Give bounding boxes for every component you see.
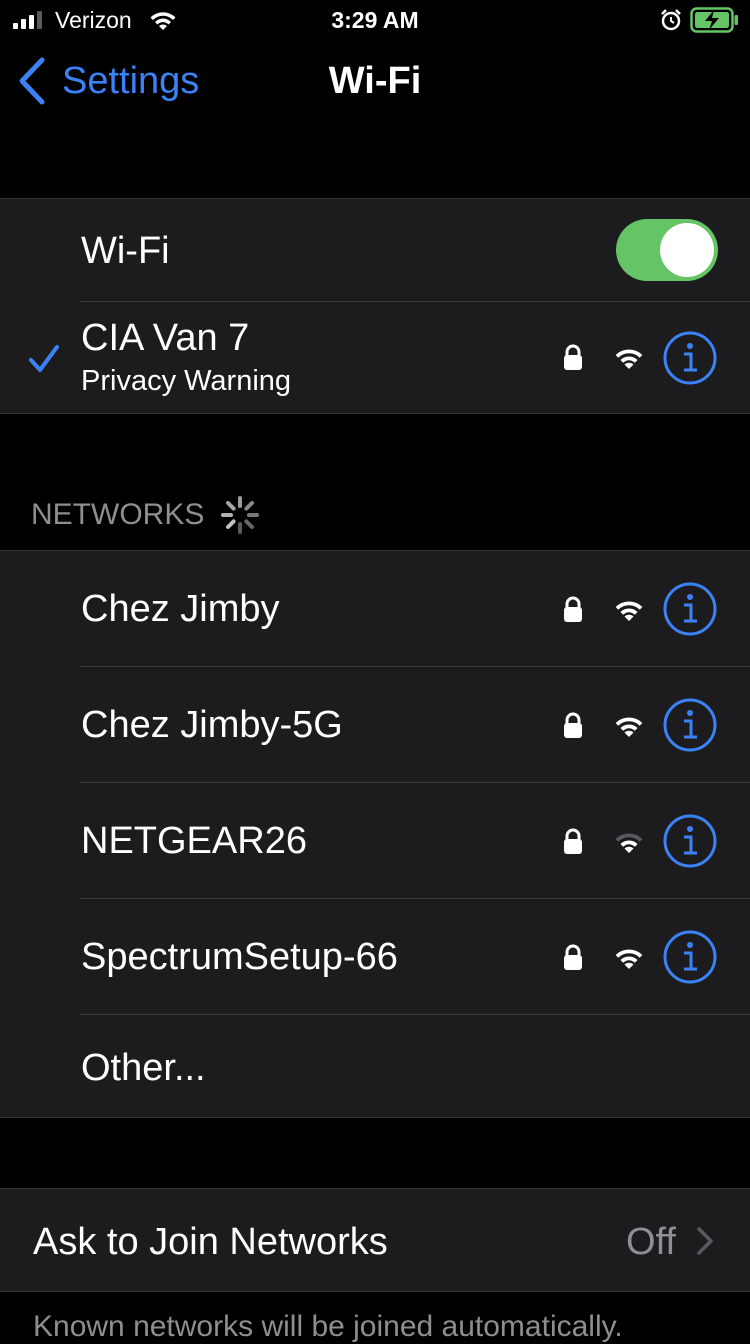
wifi-signal-icon — [615, 717, 643, 737]
ask-to-join-label: Ask to Join Networks — [33, 1221, 388, 1263]
connected-network-row[interactable]: CIA Van 7 Privacy Warning — [0, 302, 750, 413]
info-icon[interactable] — [663, 698, 717, 752]
other-network-label: Other... — [81, 1047, 206, 1089]
ask-to-join-group: Ask to Join Networks Off — [0, 1188, 750, 1292]
lock-icon — [564, 828, 582, 854]
chevron-right-icon — [697, 1227, 713, 1255]
wifi-signal-icon — [615, 601, 643, 621]
wifi-toggle[interactable] — [616, 219, 718, 281]
connected-network-subtitle: Privacy Warning — [81, 365, 292, 397]
network-name: NETGEAR26 — [81, 820, 307, 862]
wifi-signal-weak-icon — [615, 833, 643, 853]
wifi-toggle-label: Wi-Fi — [81, 230, 170, 272]
status-bar: Verizon 3:29 AM — [0, 0, 750, 40]
wifi-signal-icon — [615, 949, 643, 969]
ask-to-join-footer: Known networks will be joined automatica… — [33, 1310, 623, 1343]
network-name: Chez Jimby — [81, 588, 280, 630]
wifi-signal-icon — [615, 349, 643, 369]
info-icon[interactable] — [663, 930, 717, 984]
networks-list: Chez Jimby Chez Jimby-5G NETGEAR26 Spect… — [0, 550, 750, 1118]
info-icon[interactable] — [663, 814, 717, 868]
lock-icon — [564, 596, 582, 622]
network-name: Chez Jimby-5G — [81, 704, 343, 746]
toggle-knob — [660, 223, 714, 277]
battery-charging-icon — [690, 7, 738, 33]
ask-to-join-row[interactable]: Ask to Join Networks Off — [0, 1189, 750, 1291]
networks-header-label: NETWORKS — [31, 498, 205, 531]
network-row[interactable]: Chez Jimby-5G — [0, 667, 750, 782]
wifi-group: Wi-Fi CIA Van 7 Privacy Warning — [0, 198, 750, 414]
wifi-toggle-row: Wi-Fi — [0, 199, 750, 301]
network-row[interactable]: NETGEAR26 — [0, 783, 750, 898]
info-icon[interactable] — [663, 582, 717, 636]
lock-icon — [564, 344, 582, 370]
checkmark-icon — [29, 345, 59, 372]
ask-to-join-value: Off — [626, 1221, 676, 1263]
status-time: 3:29 AM — [331, 7, 419, 33]
lock-icon — [564, 944, 582, 970]
page-title: Wi-Fi — [328, 60, 422, 102]
other-network-row[interactable]: Other... — [0, 1015, 750, 1117]
network-row[interactable]: SpectrumSetup-66 — [0, 899, 750, 1014]
network-name: SpectrumSetup-66 — [81, 936, 398, 978]
lock-icon — [564, 712, 582, 738]
info-icon[interactable] — [663, 331, 717, 385]
loading-spinner-icon — [221, 496, 260, 534]
networks-header: NETWORKS — [31, 495, 260, 535]
navigation-bar: Settings Wi-Fi — [0, 40, 750, 128]
alarm-icon — [661, 9, 681, 31]
connected-network-name: CIA Van 7 — [81, 317, 250, 359]
network-row[interactable]: Chez Jimby — [0, 551, 750, 666]
